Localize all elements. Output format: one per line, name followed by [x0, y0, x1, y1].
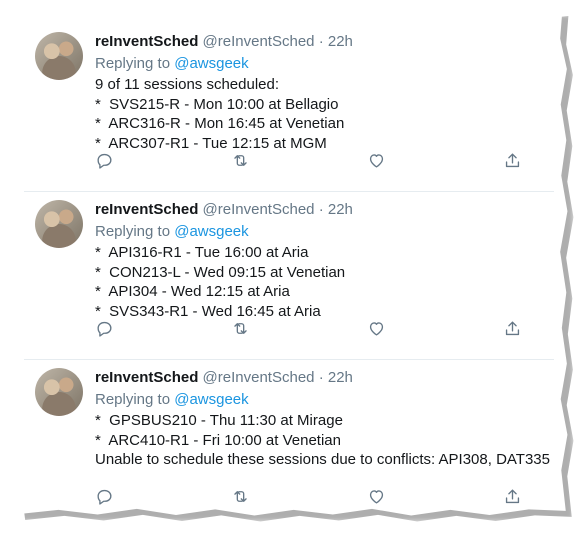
tweet-line: * SVS215-R - Mon 10:00 at Bellagio — [95, 95, 339, 113]
reply-icon[interactable] — [95, 487, 117, 509]
display-name[interactable]: reInventSched — [95, 201, 198, 218]
tweet-content: reInventSched @reInventSched · 22h Reply… — [95, 32, 544, 153]
user-handle[interactable]: @reInventSched — [203, 369, 315, 386]
tweet-line: * API304 - Wed 12:15 at Aria — [95, 283, 290, 300]
tweet-actions — [95, 151, 525, 173]
tweet-line: * API316-R1 - Tue 16:00 at Aria — [95, 244, 309, 261]
reply-icon[interactable] — [95, 151, 117, 173]
display-name[interactable]: reInventSched — [95, 33, 198, 50]
avatar[interactable] — [35, 200, 83, 248]
tweet-header: reInventSched @reInventSched · 22h — [95, 200, 544, 220]
like-icon[interactable] — [367, 151, 389, 173]
tweet-line: 9 of 11 sessions scheduled: — [95, 76, 280, 93]
avatar[interactable] — [35, 368, 83, 416]
tweet-text: * API316-R1 - Tue 16:00 at Aria * CON213… — [95, 243, 544, 321]
replying-to: Replying to @awsgeek — [95, 54, 544, 74]
tweet[interactable]: reInventSched @reInventSched · 22h Reply… — [24, 24, 554, 192]
mention-link[interactable]: @awsgeek — [174, 223, 248, 240]
torn-paper-frame: reInventSched @reInventSched · 22h Reply… — [8, 8, 574, 522]
separator-dot: · — [318, 33, 324, 50]
retweet-icon[interactable] — [231, 487, 253, 509]
tweet-line: * CON213-L - Wed 09:15 at Venetian — [95, 263, 346, 281]
like-icon[interactable] — [367, 487, 389, 509]
timestamp[interactable]: 22h — [328, 201, 353, 218]
tweet-content: reInventSched @reInventSched · 22h Reply… — [95, 368, 550, 470]
user-handle[interactable]: @reInventSched — [203, 33, 315, 50]
tweet-header: reInventSched @reInventSched · 22h — [95, 32, 544, 52]
retweet-icon[interactable] — [231, 151, 253, 173]
timestamp[interactable]: 22h — [328, 369, 353, 386]
share-icon[interactable] — [503, 487, 525, 509]
tweet-text: 9 of 11 sessions scheduled: * SVS215-R -… — [95, 75, 544, 153]
like-icon[interactable] — [367, 319, 389, 341]
replying-to: Replying to @awsgeek — [95, 390, 544, 410]
tweet-line: Unable to schedule these sessions due to… — [95, 451, 550, 468]
display-name[interactable]: reInventSched — [95, 369, 198, 386]
tweet-actions — [95, 487, 525, 509]
tweet-text: * GPSBUS210 - Thu 11:30 at Mirage * ARC4… — [95, 411, 550, 470]
separator-dot: · — [318, 369, 324, 386]
share-icon[interactable] — [503, 151, 525, 173]
user-handle[interactable]: @reInventSched — [203, 201, 315, 218]
tweet-thread: reInventSched @reInventSched · 22h Reply… — [24, 24, 554, 528]
tweet-header: reInventSched @reInventSched · 22h — [95, 368, 544, 388]
tweet-actions — [95, 319, 525, 341]
separator-dot: · — [318, 201, 324, 218]
tweet-line: * ARC410-R1 - Fri 10:00 at Venetian — [95, 431, 341, 449]
tweet-content: reInventSched @reInventSched · 22h Reply… — [95, 200, 544, 321]
timestamp[interactable]: 22h — [328, 33, 353, 50]
mention-link[interactable]: @awsgeek — [174, 55, 248, 72]
mention-link[interactable]: @awsgeek — [174, 391, 248, 408]
tweet[interactable]: reInventSched @reInventSched · 22h Reply… — [24, 192, 554, 360]
tweet-line: * ARC316-R - Mon 16:45 at Venetian — [95, 115, 345, 132]
replying-prefix: Replying to — [95, 391, 175, 408]
retweet-icon[interactable] — [231, 319, 253, 341]
replying-prefix: Replying to — [95, 55, 175, 72]
avatar[interactable] — [35, 32, 83, 80]
share-icon[interactable] — [503, 319, 525, 341]
replying-prefix: Replying to — [95, 223, 175, 240]
tweet-line: * GPSBUS210 - Thu 11:30 at Mirage — [95, 412, 343, 429]
tweet[interactable]: reInventSched @reInventSched · 22h Reply… — [24, 360, 554, 528]
reply-icon[interactable] — [95, 319, 117, 341]
replying-to: Replying to @awsgeek — [95, 222, 544, 242]
